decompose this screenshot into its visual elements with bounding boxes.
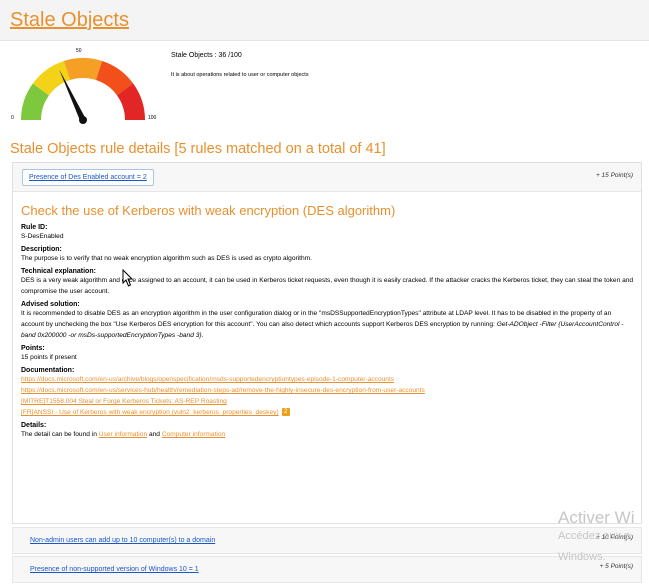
doc-link-anssi: [FR]ANSSI - Use of Kerberos with weak en…: [21, 407, 636, 418]
title-bar: Stale Objects: [0, 0, 649, 41]
gauge-segment: [63, 58, 103, 81]
activation-watermark-line: Windows.: [558, 551, 606, 563]
gauge-chart: [21, 58, 145, 124]
rule-id-value: S-DesEnabled: [21, 233, 64, 240]
rule-points-badge: + 15 Point(s): [595, 172, 633, 179]
page-title[interactable]: Stale Objects: [10, 9, 129, 32]
rule-row-non-admin-add-computers: Non-admin users can add up to 10 compute…: [12, 527, 642, 554]
details-text: The detail can be found in User informat…: [21, 429, 636, 440]
description-text: The purpose is to verify that no weak en…: [21, 255, 312, 262]
details-and: and: [148, 431, 160, 438]
score-description: It is about operations related to user o…: [171, 72, 309, 78]
advised-label: Advised solution:: [21, 301, 80, 308]
documentation-links: https://docs.microsoft.com/en-us/archive…: [21, 374, 636, 418]
doc-link[interactable]: [MITRE]T1558.004 Steal or Forge Kerberos…: [21, 396, 636, 407]
gauge-max-label: 100: [148, 115, 157, 121]
section-title: Stale Objects rule details [5 rules matc…: [10, 141, 386, 157]
rule-toggle-non-admin-add-computers[interactable]: Non-admin users can add up to 10 compute…: [30, 537, 215, 544]
rule-toggle-unsupported-windows10[interactable]: Presence of non-supported version of Win…: [30, 566, 199, 573]
anssi-level-badge: 2: [281, 408, 290, 417]
rule-title: Check the use of Kerberos with weak encr…: [21, 203, 396, 218]
rule-panel-des-enabled: Presence of Des Enabled account = 2 + 15…: [12, 162, 642, 524]
score-gauge: 0 50 100: [8, 46, 158, 126]
gauge-mid-label: 50: [76, 48, 82, 54]
score-text: Stale Objects : 36 /100: [171, 52, 242, 59]
rule-header: Presence of Des Enabled account = 2 + 15…: [13, 163, 641, 192]
technical-text: DES is a very weak algorithm and once as…: [21, 277, 634, 295]
mouse-cursor-icon: [122, 269, 134, 287]
activation-watermark-title: Activer Wi: [558, 508, 635, 527]
rule-body: Check the use of Kerberos with weak encr…: [21, 203, 636, 443]
gauge-min-label: 0: [11, 115, 14, 121]
rule-id-label: Rule ID:: [21, 224, 48, 231]
rule-points-badge: + 5 Point(s): [599, 563, 633, 570]
doc-link[interactable]: [FR]ANSSI - Use of Kerberos with weak en…: [21, 409, 279, 416]
gauge-needle-hub: [79, 116, 87, 124]
rule-row-unsupported-windows10: Presence of non-supported version of Win…: [12, 556, 642, 583]
advised-text: It is recommended to disable DES as an e…: [21, 308, 636, 341]
details-label: Details:: [21, 422, 47, 429]
doc-link[interactable]: https://docs.microsoft.com/en-us/service…: [21, 385, 636, 396]
user-information-link[interactable]: User information: [99, 431, 147, 438]
activation-watermark-line: Accédez aux p: [558, 530, 631, 542]
doc-link[interactable]: https://docs.microsoft.com/en-us/archive…: [21, 374, 636, 385]
points-text: 15 points if present: [21, 354, 77, 361]
points-label: Points:: [21, 345, 45, 352]
details-prefix: The detail can be found in: [21, 431, 97, 438]
documentation-label: Documentation:: [21, 367, 75, 374]
technical-label: Technical explanation:: [21, 268, 96, 275]
description-label: Description:: [21, 246, 62, 253]
computer-information-link[interactable]: Computer information: [162, 431, 225, 438]
rule-toggle-des-enabled[interactable]: Presence of Des Enabled account = 2: [22, 169, 154, 186]
